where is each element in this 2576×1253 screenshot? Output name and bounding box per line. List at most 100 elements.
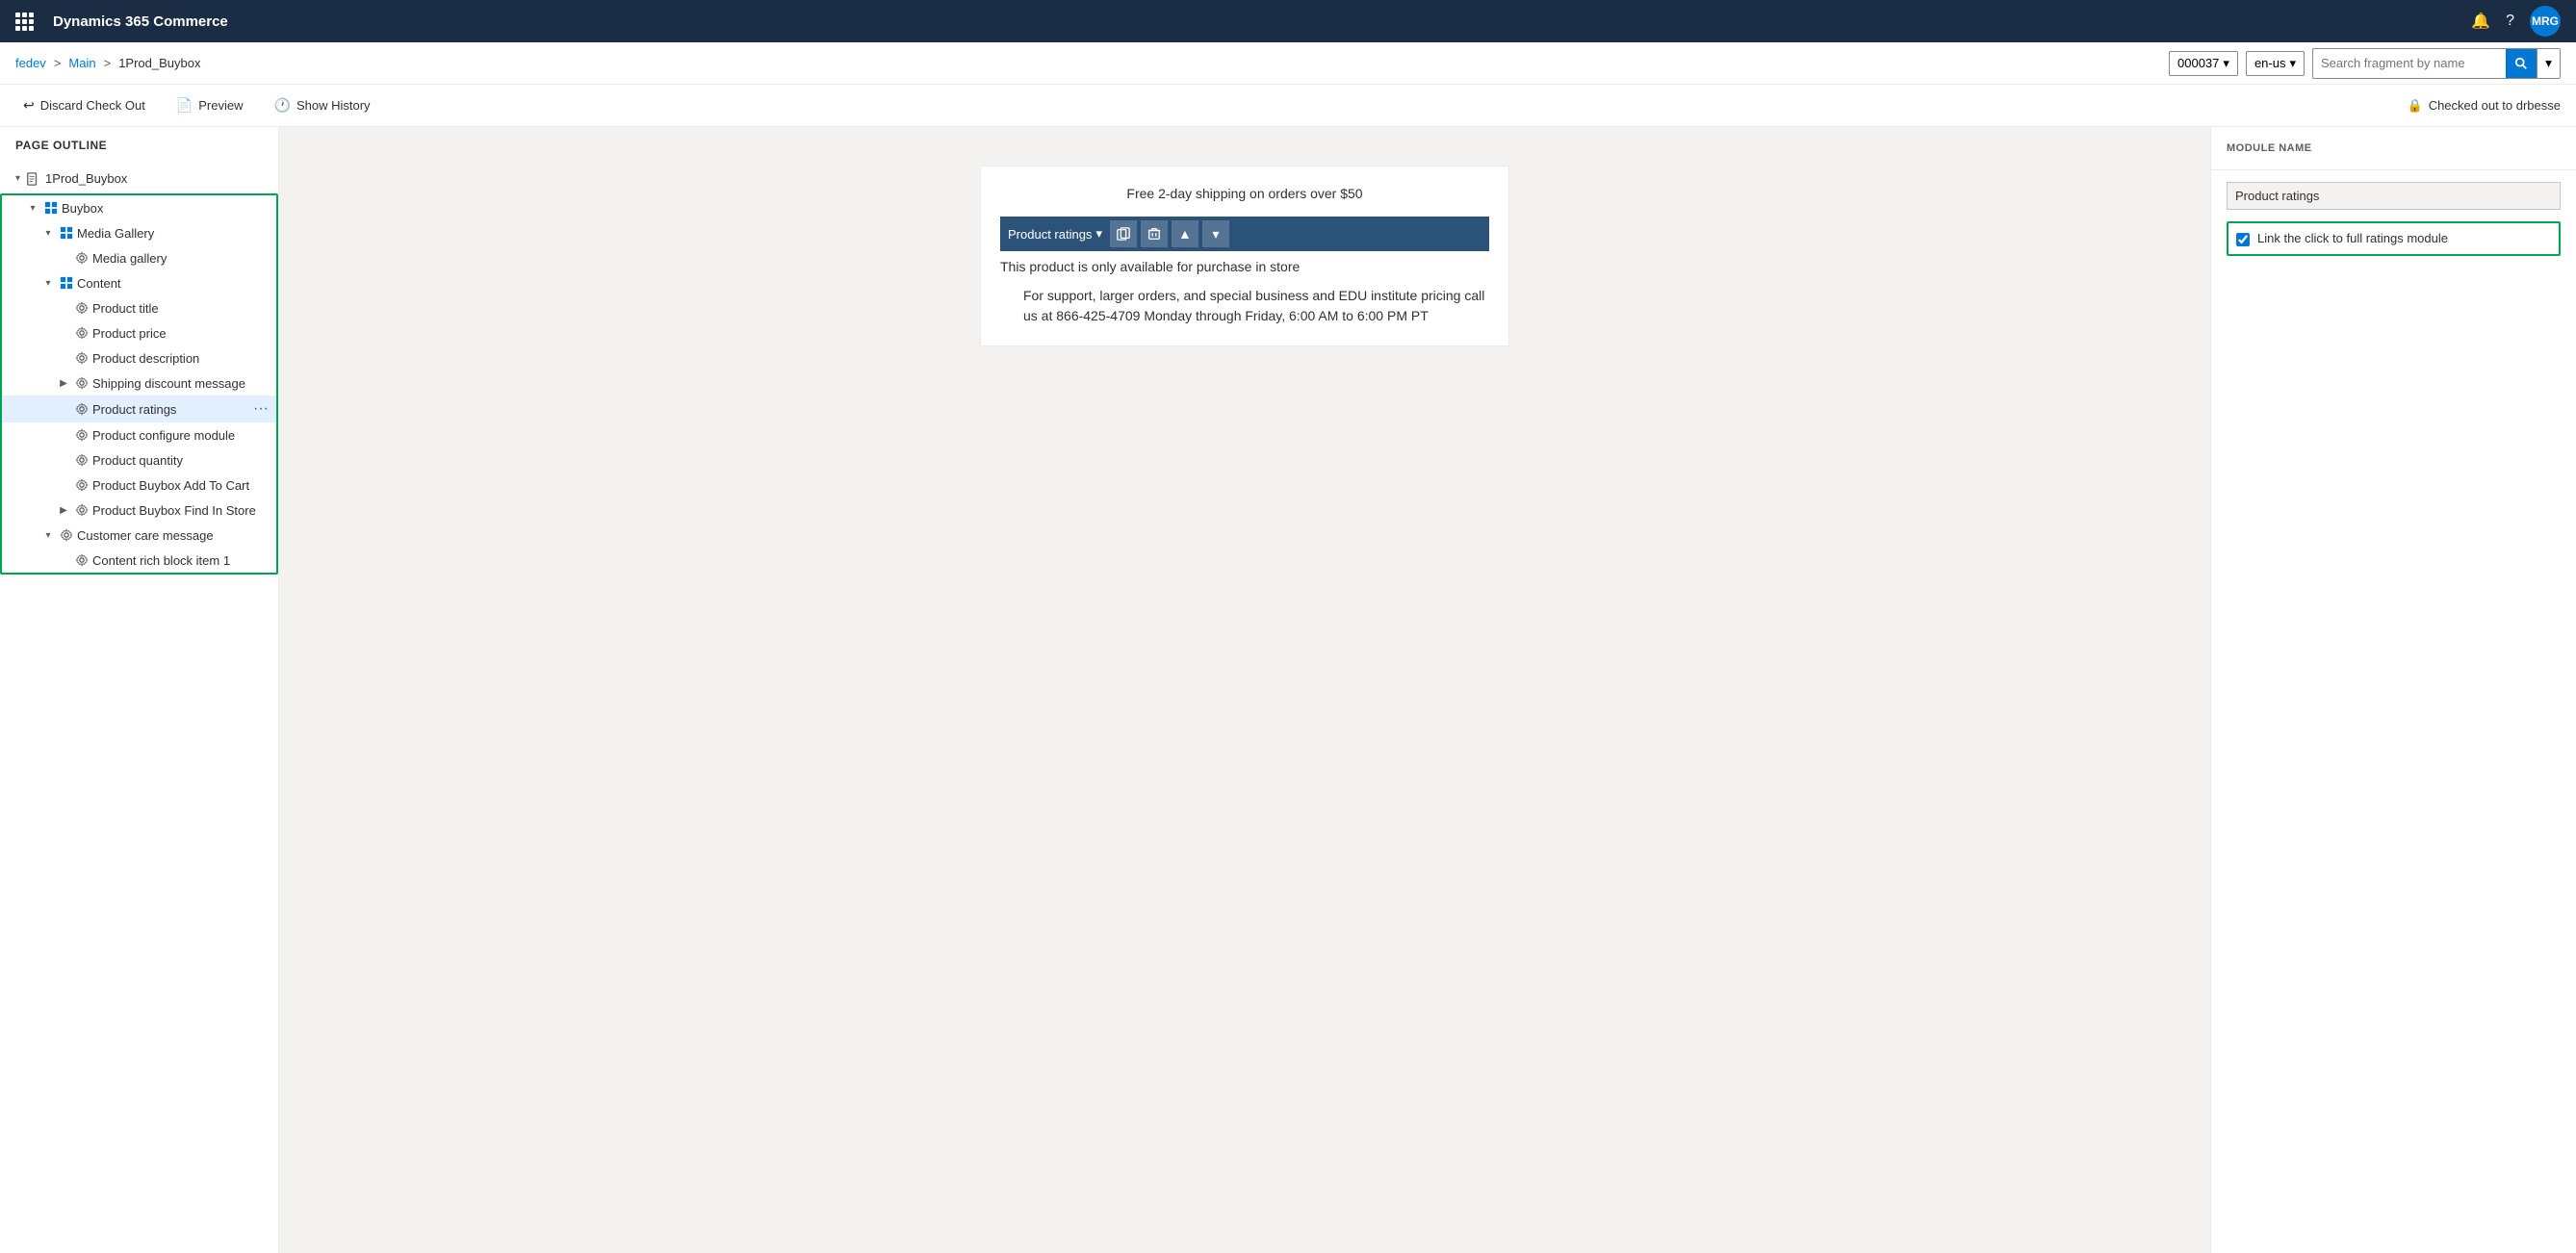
sidebar-item-label: Content rich block item 1 (92, 553, 269, 568)
chevron-right-icon: ▶ (56, 375, 71, 391)
spacer (56, 477, 71, 493)
chevron-down-icon: ▾ (15, 173, 20, 184)
move-down-button[interactable]: ▾ (1202, 220, 1229, 247)
right-panel: MODULE NAME Product ratings Link the cli… (2210, 127, 2576, 1253)
sidebar: Page Outline ▾ 1Prod_Buybox ▾ (0, 127, 279, 1253)
gear-icon (75, 402, 89, 416)
show-history-button[interactable]: 🕐 Show History (267, 93, 378, 117)
chevron-down-icon[interactable]: ▾ (1095, 226, 1102, 242)
gear-icon (75, 326, 89, 340)
gear-icon (75, 503, 89, 517)
page-icon (26, 172, 39, 186)
preview-icon: 📄 (176, 97, 193, 114)
sidebar-item-shipping-discount[interactable]: ▶ Shipping discount message (2, 371, 276, 396)
main-layout: Page Outline ▾ 1Prod_Buybox ▾ (0, 127, 2576, 1253)
grid-icon (60, 276, 73, 290)
sidebar-item-product-configure[interactable]: Product configure module (2, 422, 276, 448)
spacer (56, 300, 71, 316)
spacer (56, 350, 71, 366)
sidebar-item-label: Media gallery (92, 251, 269, 266)
module-name-label: Product ratings ▾ (1008, 226, 1102, 242)
gear-icon (75, 351, 89, 365)
sidebar-item-root[interactable]: ▾ 1Prod_Buybox (0, 164, 278, 193)
user-avatar[interactable]: MRG (2530, 6, 2561, 37)
gear-icon (75, 478, 89, 492)
sidebar-item-media-gallery-item[interactable]: Media gallery (2, 245, 276, 270)
sidebar-item-product-quantity[interactable]: Product quantity (2, 448, 276, 473)
delete-button[interactable] (1141, 220, 1168, 247)
chevron-right-icon: ▶ (56, 502, 71, 518)
more-options-icon[interactable]: ··· (253, 400, 269, 418)
top-navbar: Dynamics 365 Commerce 🔔 ? MRG (0, 0, 2576, 42)
version-dropdown[interactable]: 000037 ▾ (2169, 51, 2238, 76)
gear-icon (75, 553, 89, 567)
breadcrumb-current: 1Prod_Buybox (118, 56, 200, 70)
breadcrumb-fedev[interactable]: fedev (15, 56, 46, 70)
history-icon: 🕐 (274, 97, 291, 114)
sidebar-item-buybox[interactable]: ▾ Buybox (2, 195, 276, 220)
sidebar-item-content[interactable]: ▾ Content (2, 270, 276, 295)
gear-icon (75, 376, 89, 390)
chevron-down-icon: ▾ (2223, 56, 2229, 71)
ratings-module-container: Product ratings ▾ (1000, 217, 1489, 251)
sidebar-item-add-to-cart[interactable]: Product Buybox Add To Cart (2, 473, 276, 498)
chevron-down-icon: ▾ (25, 200, 40, 216)
sidebar-item-label: Product configure module (92, 428, 269, 443)
sidebar-item-label: Customer care message (77, 528, 269, 543)
support-message: For support, larger orders, and special … (1000, 286, 1489, 326)
link-ratings-checkbox-container: Link the click to full ratings module (2227, 221, 2561, 256)
grid-icon (44, 201, 58, 215)
sidebar-item-product-price[interactable]: Product price (2, 320, 276, 345)
search-button[interactable] (2506, 49, 2537, 78)
module-toolbar-actions: ▲ ▾ (1110, 220, 1229, 247)
discard-checkout-button[interactable]: ↩ Discard Check Out (15, 93, 153, 117)
lock-icon: 🔒 (2408, 98, 2423, 114)
link-ratings-label[interactable]: Link the click to full ratings module (2257, 231, 2448, 245)
sidebar-item-label: Shipping discount message (92, 376, 269, 391)
shipping-message: Free 2-day shipping on orders over $50 (1000, 186, 1489, 201)
fragment-search: ▾ (2312, 48, 2561, 79)
root-item-label: 1Prod_Buybox (45, 171, 127, 186)
notifications-icon[interactable]: 🔔 (2471, 12, 2490, 31)
gear-icon (75, 453, 89, 467)
chevron-down-icon: ▾ (40, 527, 56, 543)
sidebar-item-label: Buybox (62, 201, 269, 216)
duplicate-button[interactable] (1110, 220, 1137, 247)
app-title: Dynamics 365 Commerce (53, 13, 2460, 30)
grid-icon (60, 226, 73, 240)
waffle-menu[interactable] (15, 13, 34, 31)
sidebar-item-product-ratings[interactable]: Product ratings ··· (2, 396, 276, 422)
search-dropdown-arrow[interactable]: ▾ (2537, 49, 2560, 78)
undo-icon: ↩ (23, 97, 35, 114)
sidebar-item-label: Media Gallery (77, 226, 269, 241)
chevron-down-icon: ▾ (40, 275, 56, 291)
gear-icon (60, 528, 73, 542)
sidebar-item-label: Content (77, 276, 269, 291)
spacer (56, 325, 71, 341)
sidebar-item-find-in-store[interactable]: ▶ Product Buybox Find In Store (2, 498, 276, 523)
sidebar-item-label: Product price (92, 326, 269, 341)
sidebar-item-content-rich[interactable]: Content rich block item 1 (2, 548, 276, 573)
help-icon[interactable]: ? (2506, 13, 2514, 30)
sidebar-item-label: Product ratings (92, 402, 249, 417)
chevron-down-icon: ▾ (40, 225, 56, 241)
sidebar-item-label: Product description (92, 351, 269, 366)
breadcrumb-bar: fedev > Main > 1Prod_Buybox 000037 ▾ en-… (0, 42, 2576, 85)
right-panel-title: MODULE NAME (2211, 127, 2576, 170)
store-message: This product is only available for purch… (1000, 259, 1489, 274)
toolbar: ↩ Discard Check Out 📄 Preview 🕐 Show His… (0, 85, 2576, 127)
sidebar-item-product-title[interactable]: Product title (2, 295, 276, 320)
breadcrumb-main[interactable]: Main (68, 56, 95, 70)
chevron-down-icon: ▾ (2545, 56, 2552, 71)
search-input[interactable] (2313, 52, 2506, 74)
move-up-button[interactable]: ▲ (1172, 220, 1198, 247)
link-ratings-checkbox[interactable] (2236, 233, 2250, 246)
sidebar-item-media-gallery[interactable]: ▾ Media Gallery (2, 220, 276, 245)
gear-icon (75, 301, 89, 315)
preview-button[interactable]: 📄 Preview (168, 93, 251, 117)
locale-dropdown[interactable]: en-us ▾ (2246, 51, 2305, 76)
spacer (56, 401, 71, 417)
spacer (56, 250, 71, 266)
sidebar-item-customer-care[interactable]: ▾ Customer care message (2, 523, 276, 548)
sidebar-item-product-desc[interactable]: Product description (2, 345, 276, 371)
